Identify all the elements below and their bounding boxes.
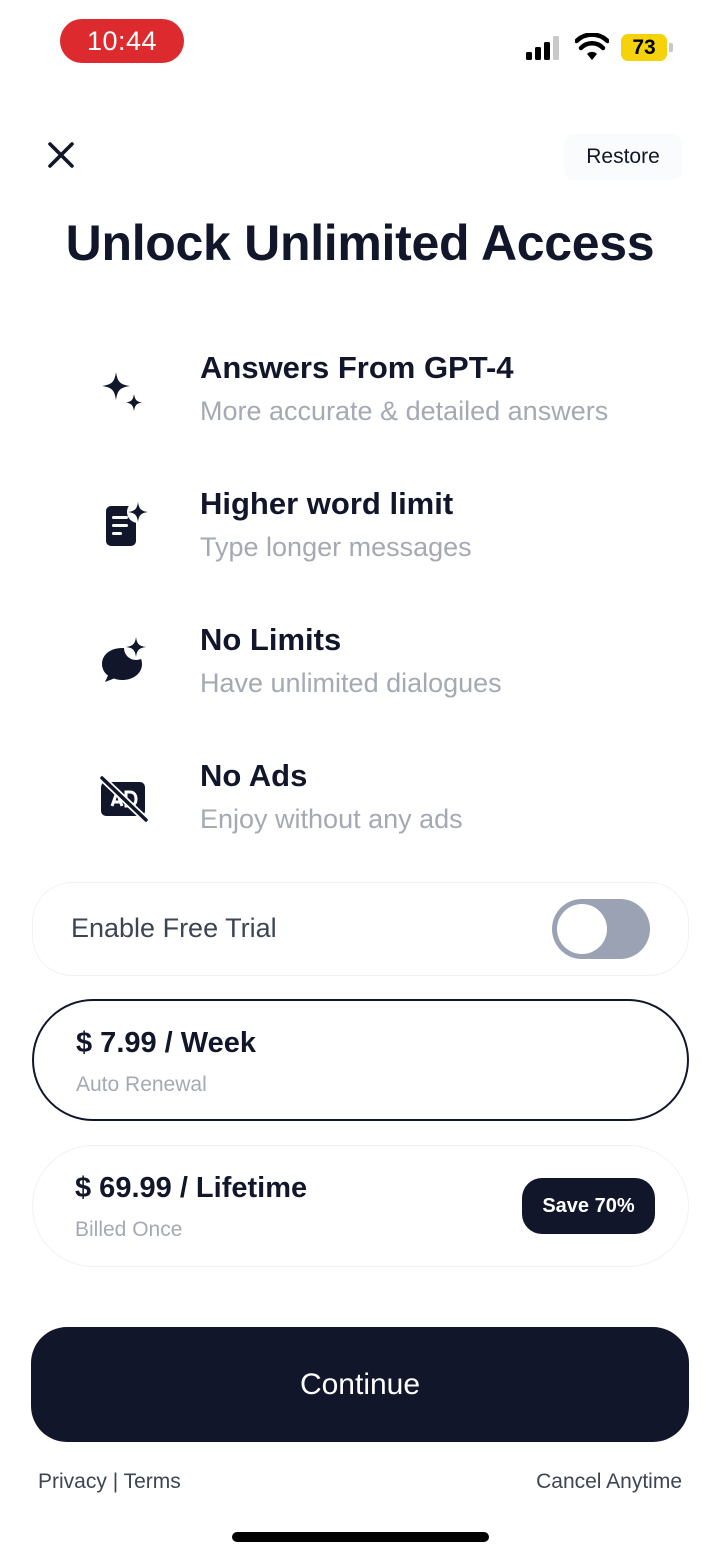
feature-title: No Limits: [200, 622, 342, 657]
feature-subtitle: Type longer messages: [200, 532, 472, 562]
continue-button[interactable]: Continue: [31, 1327, 689, 1442]
chat-sparkle-icon: [102, 636, 148, 682]
save-badge: Save 70%: [522, 1178, 655, 1234]
feature-subtitle: Enjoy without any ads: [200, 804, 463, 834]
wifi-icon: [575, 33, 609, 60]
plan-price: $ 7.99 / Week: [76, 1027, 257, 1059]
restore-button[interactable]: Restore: [564, 134, 682, 180]
plan-note: Billed Once: [75, 1218, 183, 1241]
cancel-anytime-link[interactable]: Cancel Anytime: [536, 1470, 682, 1494]
feature-item-gpt4: Answers From GPT-4 More accurate & detai…: [0, 350, 720, 450]
footer-links: Privacy | Terms: [38, 1470, 181, 1494]
status-time: 10:44: [60, 19, 184, 63]
privacy-link[interactable]: Privacy: [38, 1470, 107, 1493]
plan-note: Auto Renewal: [76, 1073, 207, 1096]
footer-separator: |: [106, 1470, 124, 1493]
free-trial-card: Enable Free Trial: [32, 882, 689, 976]
feature-subtitle: Have unlimited dialogues: [200, 668, 502, 698]
paywall-screen: 10:44 73 Restore Unlock Unlimited Access…: [0, 0, 720, 1557]
toggle-knob: [557, 904, 607, 954]
feature-title: No Ads: [200, 758, 308, 793]
terms-link[interactable]: Terms: [124, 1470, 181, 1493]
battery-cap: [669, 43, 673, 52]
battery-icon: 73: [621, 34, 667, 61]
free-trial-toggle[interactable]: [552, 899, 650, 959]
feature-item-no-limits: No Limits Have unlimited dialogues: [0, 622, 720, 722]
signal-icon: [526, 36, 559, 60]
feature-subtitle: More accurate & detailed answers: [200, 396, 609, 426]
home-indicator: [232, 1532, 489, 1542]
feature-item-word-limit: Higher word limit Type longer messages: [0, 486, 720, 586]
plan-lifetime[interactable]: $ 69.99 / Lifetime Billed Once Save 70%: [32, 1145, 689, 1267]
no-ads-icon: [98, 774, 150, 824]
feature-item-no-ads: No Ads Enjoy without any ads: [0, 758, 720, 858]
page-title: Unlock Unlimited Access: [65, 215, 655, 271]
feature-title: Answers From GPT-4: [200, 350, 514, 385]
document-sparkle-icon: [106, 501, 149, 546]
plan-weekly[interactable]: $ 7.99 / Week Auto Renewal: [32, 999, 689, 1121]
free-trial-label: Enable Free Trial: [71, 913, 277, 943]
close-icon[interactable]: [42, 136, 80, 174]
status-bar: 10:44 73: [0, 0, 720, 90]
plan-price: $ 69.99 / Lifetime: [75, 1172, 308, 1204]
feature-title: Higher word limit: [200, 486, 454, 521]
sparkles-icon: [102, 372, 142, 411]
